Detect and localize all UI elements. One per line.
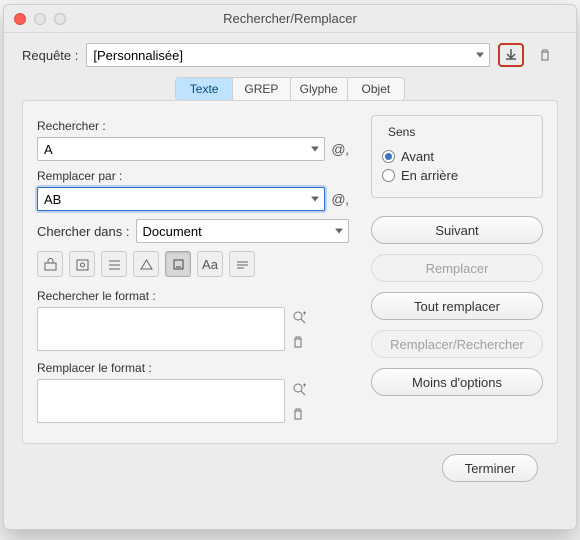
replace-all-button[interactable]: Tout remplacer — [371, 292, 543, 320]
replace-find-button: Remplacer/Rechercher — [371, 330, 543, 358]
search-in-wrap: Document — [136, 219, 350, 243]
traffic-lights — [14, 13, 66, 25]
scope-toolbar: Aa — [37, 251, 349, 277]
query-select[interactable]: [Personnalisée] — [86, 43, 490, 67]
replace-button: Remplacer — [371, 254, 543, 282]
replace-format-label: Remplacer le format : — [37, 361, 349, 375]
query-row: Requête : [Personnalisée] — [22, 43, 558, 67]
tab-grep[interactable]: GREP — [233, 78, 290, 100]
right-column: Sens Avant En arrière Suivant Remplacer … — [371, 115, 543, 429]
mode-tabs: Texte GREP Glyphe Objet — [175, 77, 405, 101]
whole-word-icon — [235, 257, 250, 272]
direction-backward-radio[interactable] — [382, 169, 395, 182]
direction-fieldset: Sens Avant En arrière — [371, 115, 543, 198]
minimize-window-button — [34, 13, 46, 25]
direction-legend: Sens — [384, 125, 419, 139]
find-next-button[interactable]: Suivant — [371, 216, 543, 244]
replace-input[interactable] — [37, 187, 325, 211]
query-label: Requête : — [22, 48, 78, 63]
hidden-icon — [107, 257, 122, 272]
replace-special-char-button[interactable]: @‚ — [331, 191, 349, 207]
save-icon — [504, 48, 518, 62]
find-format-box[interactable] — [37, 307, 285, 351]
direction-backward-label: En arrière — [401, 168, 458, 183]
footnotes-toggle[interactable] — [165, 251, 191, 277]
hidden-layers-toggle[interactable] — [101, 251, 127, 277]
trash-icon — [538, 48, 552, 62]
tab-glyph[interactable]: Glyphe — [291, 78, 348, 100]
case-icon: Aa — [202, 257, 218, 272]
query-select-wrap: [Personnalisée] — [86, 43, 490, 67]
search-in-select[interactable]: Document — [136, 219, 350, 243]
find-format-specify-button[interactable] — [291, 309, 309, 325]
direction-forward-row[interactable]: Avant — [382, 149, 532, 164]
footer: Terminer — [22, 444, 558, 492]
direction-forward-label: Avant — [401, 149, 434, 164]
lock-story-icon — [75, 257, 90, 272]
tab-text[interactable]: Texte — [176, 78, 233, 100]
find-special-char-button[interactable]: @‚ — [331, 141, 349, 157]
find-field-wrap — [37, 137, 325, 161]
footnote-icon — [171, 257, 186, 272]
save-query-button[interactable] — [498, 43, 524, 67]
fewer-options-button[interactable]: Moins d'options — [371, 368, 543, 396]
find-format-clear-button[interactable] — [291, 335, 309, 349]
window-title: Rechercher/Remplacer — [223, 11, 357, 26]
lock-layer-icon — [43, 257, 58, 272]
replace-label: Remplacer par : — [37, 169, 349, 183]
locked-stories-toggle[interactable] — [69, 251, 95, 277]
replace-field-wrap — [37, 187, 325, 211]
search-in-label: Chercher dans : — [37, 224, 130, 239]
done-button[interactable]: Terminer — [442, 454, 538, 482]
options-panel: Rechercher : @‚ Remplacer par : @‚ — [22, 100, 558, 444]
replace-format-specify-button[interactable] — [291, 381, 309, 397]
content-area: Requête : [Personnalisée] — [4, 33, 576, 506]
direction-backward-row[interactable]: En arrière — [382, 168, 532, 183]
whole-word-toggle[interactable] — [229, 251, 255, 277]
titlebar: Rechercher/Remplacer — [4, 5, 576, 33]
left-column: Rechercher : @‚ Remplacer par : @‚ — [37, 115, 349, 429]
find-label: Rechercher : — [37, 119, 349, 133]
case-sensitive-toggle[interactable]: Aa — [197, 251, 223, 277]
find-input[interactable] — [37, 137, 325, 161]
find-replace-window: Rechercher/Remplacer Requête : [Personna… — [3, 4, 577, 530]
replace-format-clear-button[interactable] — [291, 407, 309, 421]
direction-forward-radio[interactable] — [382, 150, 395, 163]
close-window-button[interactable] — [14, 13, 26, 25]
master-icon — [139, 257, 154, 272]
master-pages-toggle[interactable] — [133, 251, 159, 277]
zoom-window-button — [54, 13, 66, 25]
tab-object[interactable]: Objet — [348, 78, 404, 100]
delete-query-button[interactable] — [532, 43, 558, 67]
locked-layers-toggle[interactable] — [37, 251, 63, 277]
find-format-label: Rechercher le format : — [37, 289, 349, 303]
replace-format-box[interactable] — [37, 379, 285, 423]
